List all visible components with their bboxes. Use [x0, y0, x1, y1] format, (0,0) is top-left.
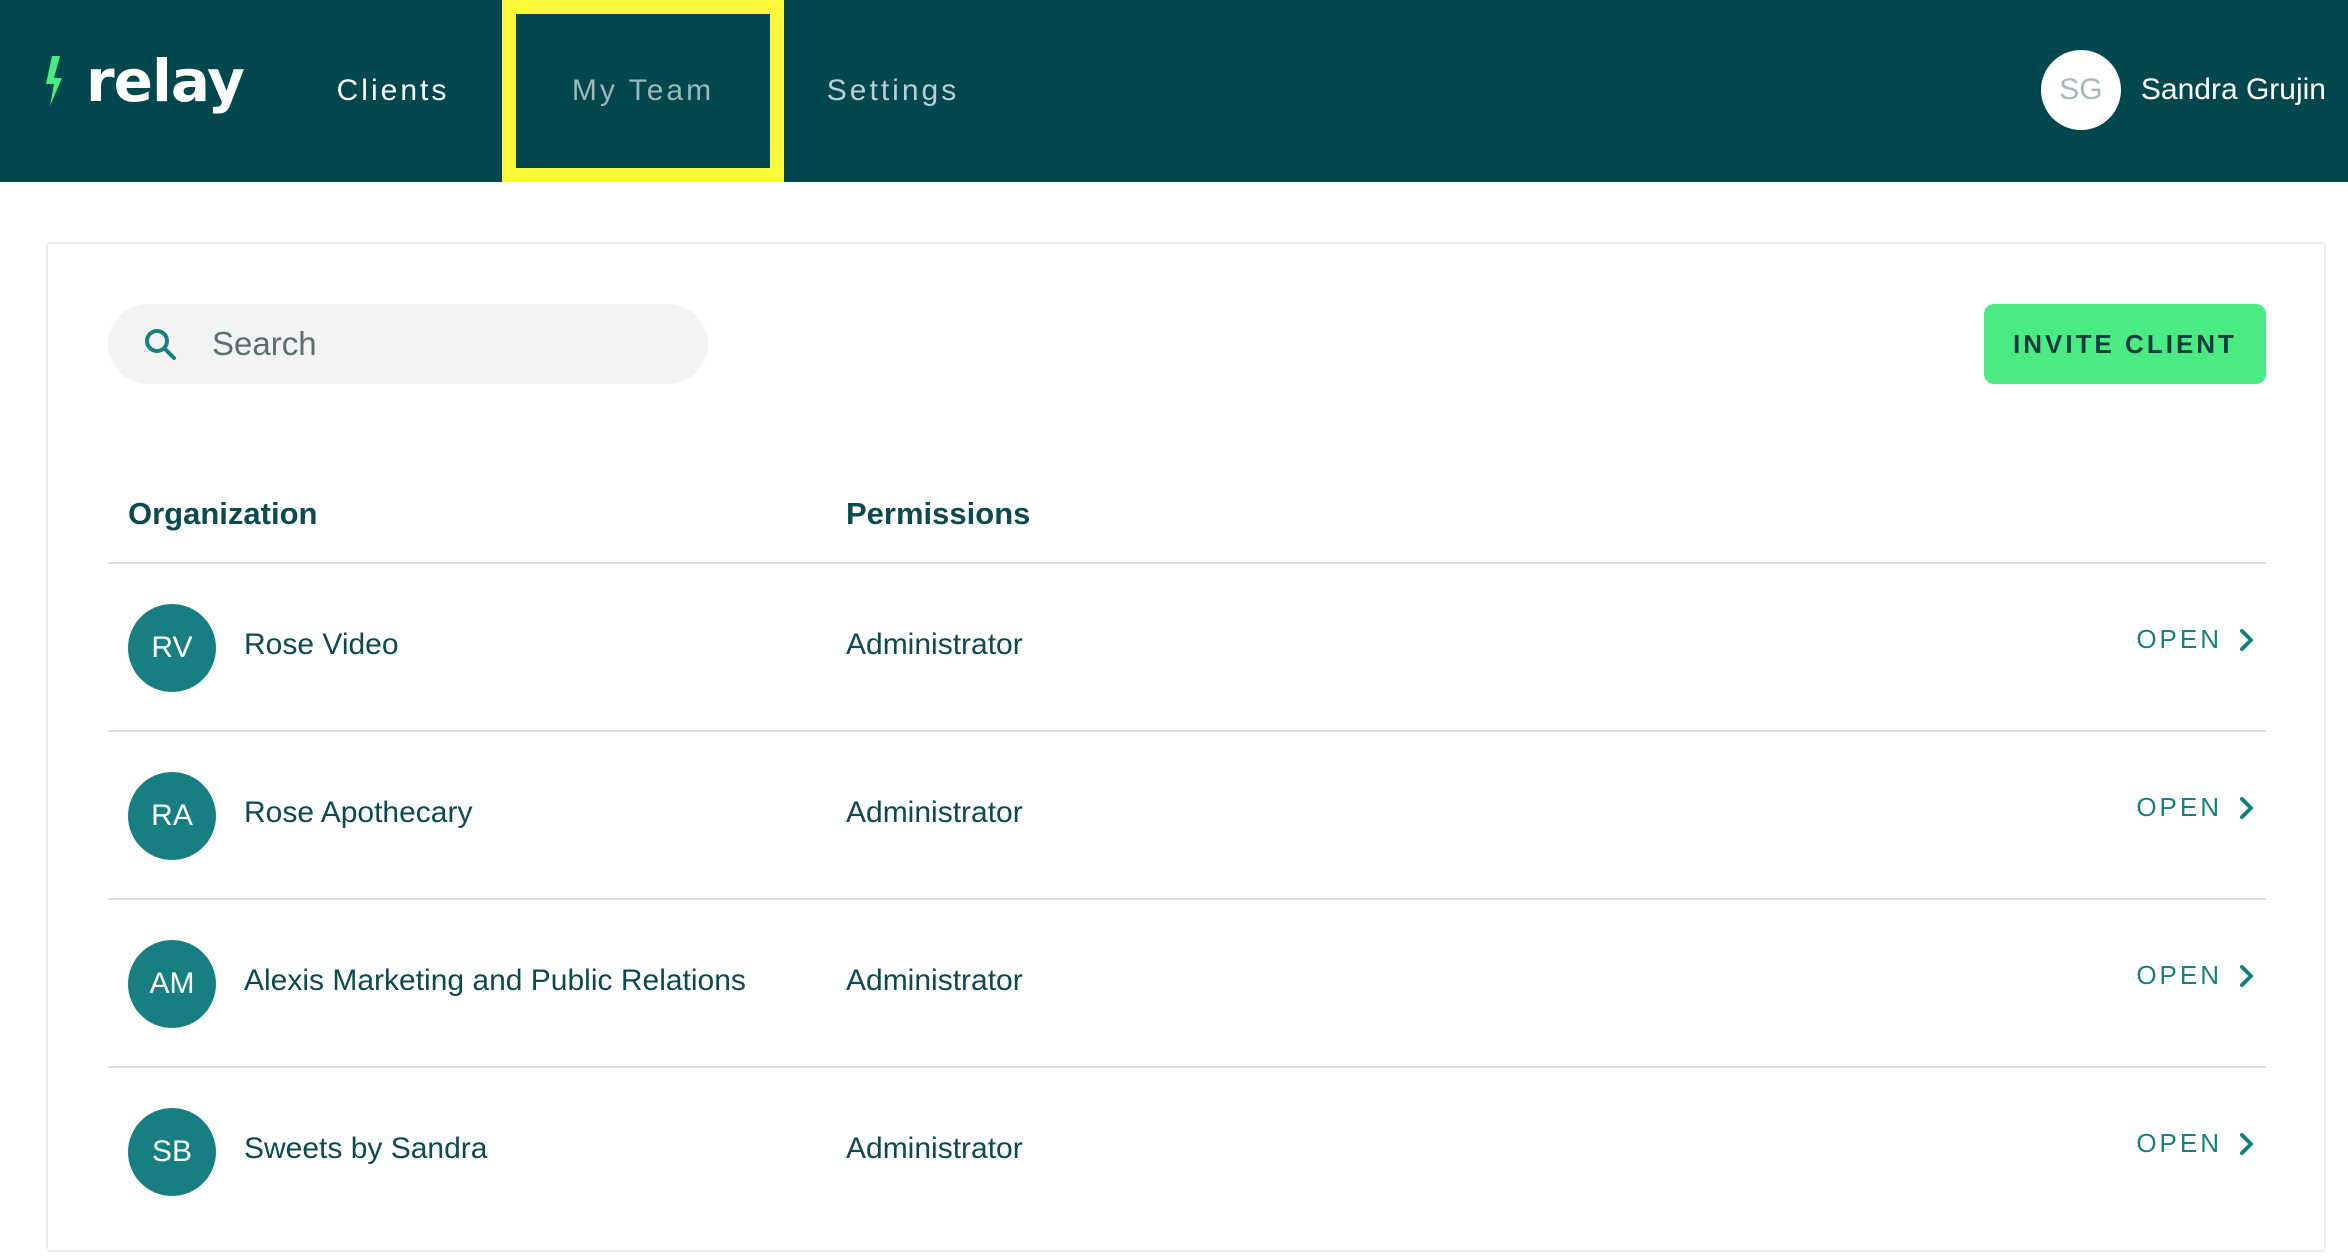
org-permission: Administrator: [846, 796, 1023, 829]
org-avatar: AM: [128, 940, 216, 1028]
chevron-right-icon: [2240, 628, 2253, 651]
column-header-permissions: Permissions: [846, 496, 1031, 531]
search-bar[interactable]: [108, 304, 708, 384]
top-navigation-bar: relay Clients My Team Settings SG Sandra…: [0, 0, 2348, 182]
table-row[interactable]: RA Rose Apothecary Administrator OPEN: [108, 732, 2266, 900]
open-label: OPEN: [2136, 624, 2222, 654]
logo-text: relay: [86, 47, 245, 115]
org-permission: Administrator: [846, 1132, 1023, 1165]
relay-logo[interactable]: relay: [42, 47, 245, 115]
nav-tab-my-team[interactable]: My Team: [502, 0, 784, 182]
lightning-bolt-icon: [46, 56, 62, 106]
column-header-organization: Organization: [128, 496, 318, 531]
org-name: Sweets by Sandra: [244, 1132, 488, 1165]
table-row[interactable]: RV Rose Video Administrator OPEN: [108, 564, 2266, 732]
org-name: Alexis Marketing and Public Relations: [244, 964, 746, 997]
org-name: Rose Apothecary: [244, 796, 473, 829]
open-label: OPEN: [2136, 792, 2222, 822]
clients-card: INVITE CLIENT Organization Permissions R…: [46, 242, 2326, 1252]
org-permission: Administrator: [846, 964, 1023, 997]
user-name: Sandra Grujin: [2140, 73, 2326, 106]
chevron-right-icon: [2240, 1132, 2253, 1155]
org-name: Rose Video: [244, 628, 399, 661]
org-permission: Administrator: [846, 628, 1023, 661]
nav-tab-clients[interactable]: Clients: [300, 0, 486, 182]
org-avatar: RV: [128, 604, 216, 692]
open-link[interactable]: OPEN: [2136, 960, 2258, 991]
table-row[interactable]: SB Sweets by Sandra Administrator OPEN: [108, 1068, 2266, 1236]
search-icon: [145, 329, 176, 360]
open-link[interactable]: OPEN: [2136, 792, 2258, 823]
table-row[interactable]: AM Alexis Marketing and Public Relations…: [108, 900, 2266, 1068]
invite-client-button[interactable]: INVITE CLIENT: [1984, 304, 2266, 384]
org-avatar: SB: [128, 1108, 216, 1196]
open-label: OPEN: [2136, 960, 2222, 990]
user-avatar[interactable]: SG: [2040, 50, 2121, 130]
table-header: Organization Permissions: [108, 452, 2266, 564]
open-link[interactable]: OPEN: [2136, 624, 2258, 655]
open-link[interactable]: OPEN: [2136, 1128, 2258, 1159]
user-menu[interactable]: SG Sandra Grujin: [2040, 50, 2326, 130]
open-label: OPEN: [2136, 1128, 2222, 1158]
clients-table: Organization Permissions RV Rose Video A…: [108, 452, 2266, 1236]
chevron-right-icon: [2240, 796, 2253, 819]
nav-tab-settings[interactable]: Settings: [800, 0, 986, 182]
chevron-right-icon: [2240, 964, 2253, 987]
org-avatar: RA: [128, 772, 216, 860]
search-input[interactable]: [212, 325, 652, 363]
